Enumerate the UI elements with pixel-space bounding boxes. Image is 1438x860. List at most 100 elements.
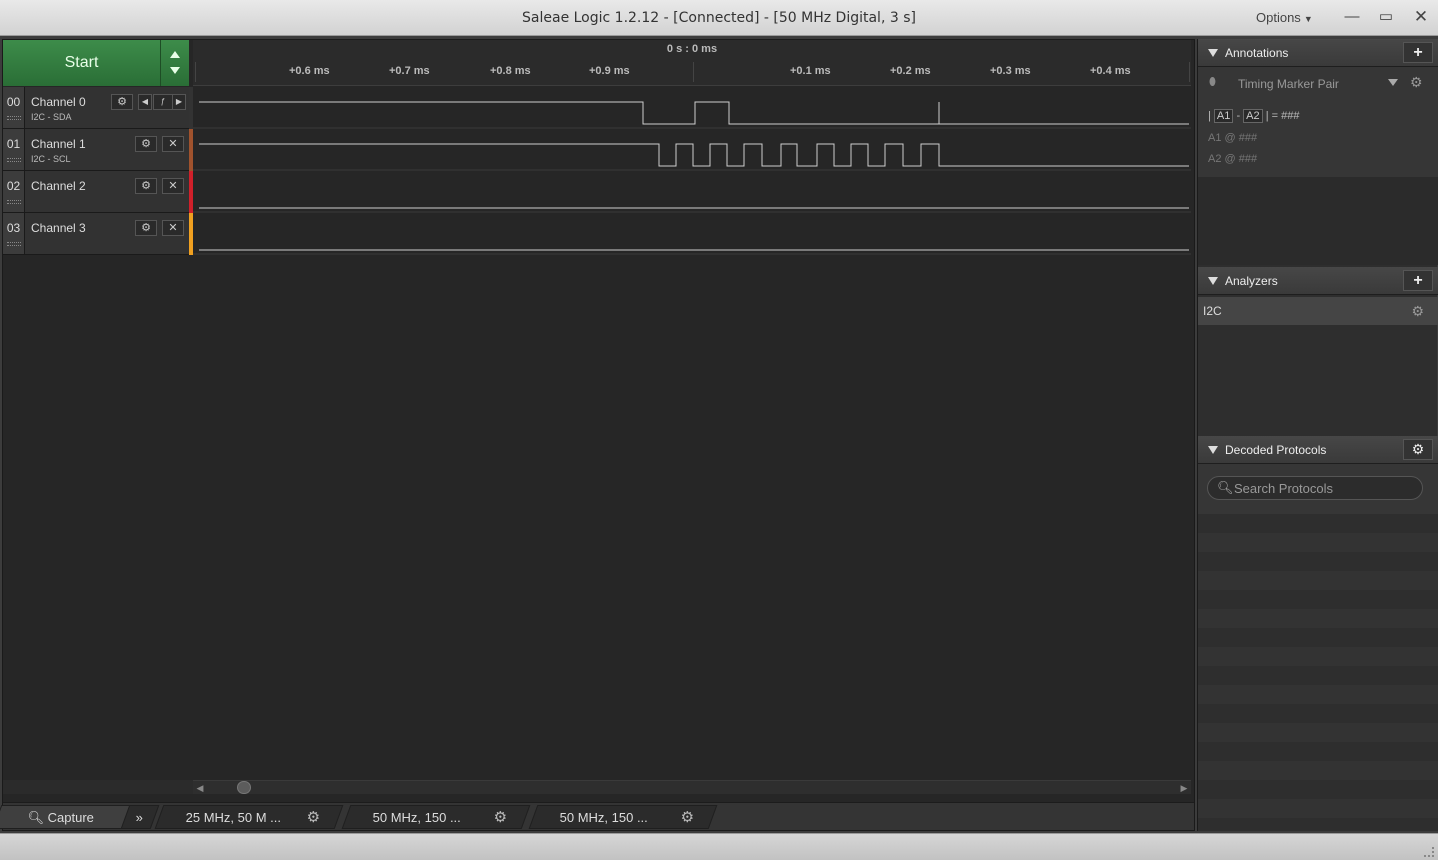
chevron-down-icon: ▼ bbox=[1303, 14, 1313, 24]
tab-label: 25 MHz, 50 M ... bbox=[185, 810, 282, 825]
gear-icon[interactable]: ⚙ bbox=[680, 806, 693, 830]
trigger-edge-button[interactable]: ƒ bbox=[153, 94, 173, 110]
drag-handle[interactable] bbox=[7, 116, 21, 120]
add-analyzer-button[interactable]: + bbox=[1403, 270, 1433, 291]
minimize-button[interactable]: — bbox=[1338, 6, 1366, 28]
channel-number: 02 bbox=[3, 171, 25, 212]
waveform-view[interactable] bbox=[193, 86, 1191, 256]
options-menu[interactable]: Options ▼ bbox=[1256, 10, 1313, 25]
start-options-button[interactable] bbox=[161, 40, 189, 86]
gear-icon: ⚙ bbox=[1411, 441, 1425, 457]
gear-icon[interactable]: ⚙ bbox=[1410, 74, 1423, 91]
annotations-empty-area bbox=[1198, 177, 1438, 265]
channel-name[interactable]: Channel 1 bbox=[31, 137, 86, 151]
drag-handle[interactable] bbox=[7, 158, 21, 162]
tab-session-2[interactable]: 50 MHz, 150 ... ⚙ bbox=[341, 805, 531, 830]
magnifier-icon: 🔍︎ bbox=[27, 810, 45, 825]
gear-icon[interactable]: ⚙ bbox=[135, 178, 157, 194]
tab-session-1[interactable]: 25 MHz, 50 M ... ⚙ bbox=[154, 805, 344, 830]
annotations-header[interactable]: Annotations + bbox=[1198, 39, 1438, 67]
collapse-triangle-icon[interactable] bbox=[1208, 49, 1218, 57]
capture-area: Start 0 s : 0 ms +0.6 ms +0.7 ms +0.8 ms… bbox=[0, 39, 1195, 831]
add-annotation-button[interactable]: + bbox=[1403, 42, 1433, 63]
gear-icon[interactable]: ⚙ bbox=[135, 220, 157, 236]
timeline-center-label: 0 s : 0 ms bbox=[666, 43, 718, 55]
collapse-triangle-icon[interactable] bbox=[1208, 446, 1218, 454]
gear-icon[interactable]: ⚙ bbox=[111, 94, 133, 110]
close-icon[interactable]: ✕ bbox=[162, 178, 184, 194]
timeline-tick: +0.9 ms bbox=[589, 65, 630, 77]
prev-edge-button[interactable]: ◀ bbox=[138, 94, 152, 110]
gear-icon[interactable]: ⚙ bbox=[1411, 297, 1424, 325]
chevron-up-icon bbox=[170, 51, 180, 58]
gear-icon[interactable]: ⚙ bbox=[493, 806, 506, 830]
marker-a1-line: A1 @ ### bbox=[1208, 132, 1258, 144]
channel-row-0[interactable]: 00 Channel 0 I2C - SDA ⚙ ◀ ƒ ▶ bbox=[3, 87, 189, 129]
timeline-tick-line bbox=[693, 62, 694, 82]
tab-label: Capture bbox=[47, 810, 95, 825]
scroll-left-icon[interactable]: ◀ bbox=[193, 781, 207, 795]
timeline-tick: +0.8 ms bbox=[490, 65, 531, 77]
channel-number: 00 bbox=[3, 87, 25, 128]
channel-number: 03 bbox=[3, 213, 25, 254]
decoded-protocols-header[interactable]: Decoded Protocols ⚙ bbox=[1198, 436, 1438, 464]
channel-name[interactable]: Channel 3 bbox=[31, 221, 86, 235]
gear-icon[interactable]: ⚙ bbox=[135, 136, 157, 152]
timeline-tick: +0.6 ms bbox=[289, 65, 330, 77]
analyzers-header[interactable]: Analyzers + bbox=[1198, 267, 1438, 295]
title-bar: Saleae Logic 1.2.12 - [Connected] - [50 … bbox=[0, 0, 1438, 36]
search-icon: 🔍︎ bbox=[1217, 480, 1234, 495]
timeline-tick-line bbox=[195, 62, 196, 82]
maximize-button[interactable]: ▭ bbox=[1372, 6, 1400, 28]
start-button[interactable]: Start bbox=[3, 40, 161, 86]
timing-marker-pair-row[interactable]: ⬮ Timing Marker Pair ⚙ bbox=[1198, 69, 1438, 97]
channel-name[interactable]: Channel 0 bbox=[31, 95, 86, 109]
search-box[interactable]: 🔍︎ bbox=[1207, 476, 1423, 500]
channel-number: 01 bbox=[3, 129, 25, 170]
channel-row-3[interactable]: 03 Channel 3 ⚙ ✕ bbox=[3, 213, 189, 255]
tab-session-3[interactable]: 50 MHz, 150 ... ⚙ bbox=[528, 805, 718, 830]
options-label: Options bbox=[1256, 10, 1301, 25]
drag-handle[interactable] bbox=[7, 242, 21, 246]
gear-icon[interactable]: ⚙ bbox=[306, 806, 319, 830]
decoded-protocols-list[interactable] bbox=[1198, 514, 1438, 831]
tab-capture[interactable]: 🔍︎ Capture bbox=[0, 805, 134, 829]
analyzers-title: Analyzers bbox=[1225, 274, 1278, 288]
decoded-protocols-title: Decoded Protocols bbox=[1225, 443, 1327, 457]
annotations-body: ⬮ Timing Marker Pair ⚙ | A1 - A2 | = ###… bbox=[1198, 67, 1438, 177]
chevron-down-icon bbox=[170, 67, 180, 74]
drag-handle[interactable] bbox=[7, 200, 21, 204]
close-icon[interactable]: ✕ bbox=[162, 136, 184, 152]
collapse-triangle-icon[interactable] bbox=[1208, 277, 1218, 285]
close-button[interactable]: ✕ bbox=[1407, 6, 1435, 28]
scroll-thumb[interactable] bbox=[237, 781, 251, 794]
channel-row-2[interactable]: 02 Channel 2 ⚙ ✕ bbox=[3, 171, 189, 213]
decoded-settings-button[interactable]: ⚙ bbox=[1403, 439, 1433, 460]
marker-pin-icon: ⬮ bbox=[1209, 76, 1216, 88]
channel-row-1[interactable]: 01 Channel 1 I2C - SCL ⚙ ✕ bbox=[3, 129, 189, 171]
marker-a2-tag: A2 bbox=[1243, 109, 1263, 123]
next-edge-button[interactable]: ▶ bbox=[172, 94, 186, 110]
horizontal-scrollbar[interactable]: ◀ ▶ bbox=[193, 780, 1191, 794]
channel-name[interactable]: Channel 2 bbox=[31, 179, 86, 193]
search-area: 🔍︎ bbox=[1198, 464, 1438, 514]
marker-difference-line: | A1 - A2 | = ### bbox=[1208, 109, 1300, 123]
timeline-tick: +0.1 ms bbox=[790, 65, 831, 77]
close-icon[interactable]: ✕ bbox=[162, 220, 184, 236]
timeline-ruler[interactable]: 0 s : 0 ms +0.6 ms +0.7 ms +0.8 ms +0.9 … bbox=[193, 40, 1191, 86]
timeline-tick: +0.4 ms bbox=[1090, 65, 1131, 77]
marker-difference-value: = ### bbox=[1271, 110, 1300, 122]
analyzer-item[interactable]: I2C ⚙ bbox=[1198, 297, 1438, 325]
scroll-right-icon[interactable]: ▶ bbox=[1177, 781, 1191, 795]
double-chevron-icon: » bbox=[136, 810, 144, 825]
resize-grip-icon[interactable] bbox=[1424, 847, 1434, 857]
status-bar bbox=[0, 833, 1438, 860]
annotations-title: Annotations bbox=[1225, 46, 1289, 60]
chevron-down-icon[interactable] bbox=[1388, 79, 1398, 86]
channel-analyzer-label: I2C - SDA bbox=[31, 112, 72, 122]
channel-analyzer-label: I2C - SCL bbox=[31, 154, 71, 164]
waveform-background bbox=[193, 86, 1191, 256]
marker-a2-line: A2 @ ### bbox=[1208, 153, 1258, 165]
search-protocols-input[interactable] bbox=[1234, 480, 1414, 497]
timeline-tick: +0.7 ms bbox=[389, 65, 430, 77]
